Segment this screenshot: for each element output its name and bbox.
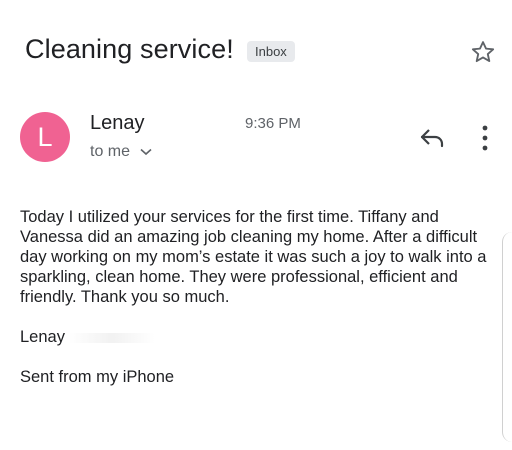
more-vertical-icon[interactable] [476,124,494,152]
sender-name[interactable]: Lenay [90,112,145,135]
inbox-label-chip[interactable]: Inbox [247,41,295,62]
scrollbar-edge[interactable] [502,232,512,442]
signature-name: Lenay [20,328,65,346]
signature-line: Lenay [20,327,490,347]
redacted-surname [68,332,155,343]
body-paragraph: Today I utilized your services for the f… [20,208,487,306]
timestamp: 9:36 PM [245,115,301,132]
sent-from-footer: Sent from my iPhone [20,368,175,386]
star-icon[interactable] [469,38,497,66]
recipient-label: to me [90,143,131,160]
email-body: Today I utilized your services for the f… [20,207,490,387]
recipient-details-toggle[interactable]: to me [90,143,153,161]
subject-row: Cleaning service! Inbox [25,34,512,74]
reply-icon[interactable] [418,124,448,150]
sender-row: L Lenay 9:36 PM to me [20,112,500,172]
email-subject: Cleaning service! [25,34,234,64]
avatar[interactable]: L [20,112,70,162]
chevron-down-icon [140,148,153,155]
